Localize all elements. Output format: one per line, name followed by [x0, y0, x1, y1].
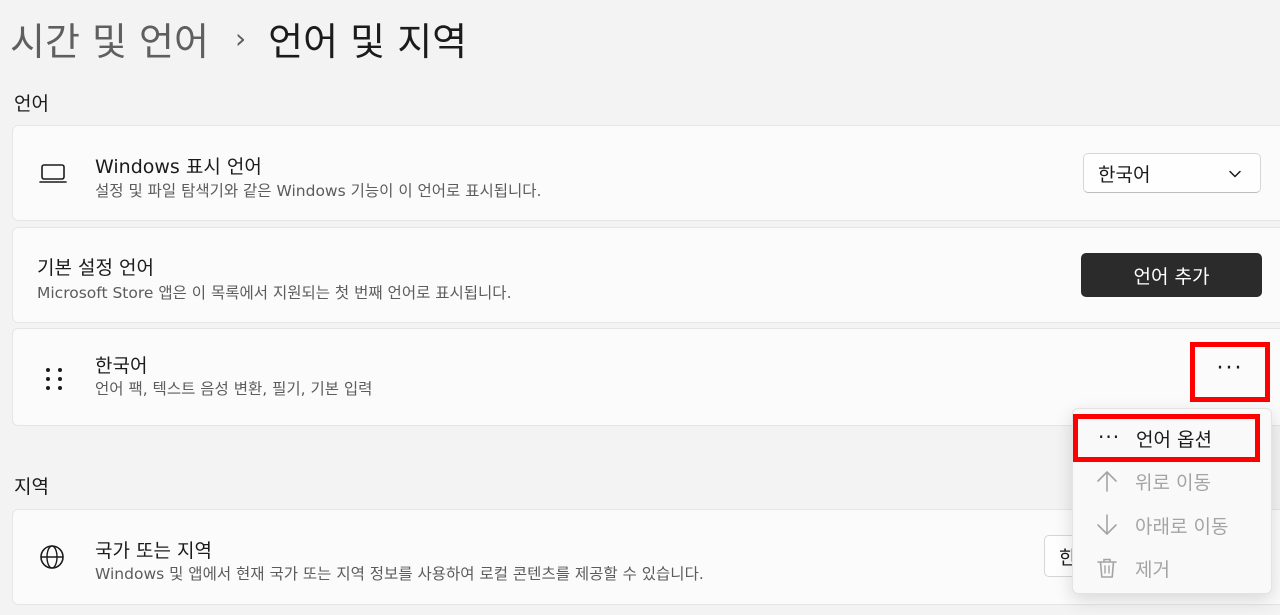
- language-more-options-button[interactable]: ···: [1190, 342, 1270, 402]
- korean-language-subtitle: 언어 팩, 텍스트 음성 변환, 필기, 기본 입력: [95, 380, 373, 398]
- more-icon: ···: [1216, 355, 1244, 381]
- korean-language-title: 한국어: [95, 355, 148, 377]
- menu-item-label: 언어 옵션: [1136, 428, 1212, 451]
- preferred-languages-title: 기본 설정 언어: [37, 257, 154, 279]
- display-language-selected: 한국어: [1098, 163, 1151, 186]
- laptop-icon: [39, 163, 67, 189]
- menu-item-move-down[interactable]: 아래로 이동: [1073, 504, 1273, 546]
- menu-item-label: 아래로 이동: [1135, 515, 1229, 538]
- country-region-title: 국가 또는 지역: [95, 540, 212, 562]
- chevron-down-icon: [1228, 166, 1242, 185]
- display-language-title: Windows 표시 언어: [95, 156, 262, 178]
- breadcrumb: 시간 및 언어 › 언어 및 지역: [10, 10, 467, 66]
- display-language-subtitle: 설정 및 파일 탐색기와 같은 Windows 기능이 이 언어로 표시됩니다.: [95, 182, 542, 200]
- menu-item-label: 위로 이동: [1135, 471, 1211, 494]
- menu-item-move-up[interactable]: 위로 이동: [1073, 460, 1273, 502]
- page-title: 언어 및 지역: [268, 19, 468, 64]
- menu-item-label: 제거: [1135, 558, 1170, 581]
- breadcrumb-parent-link[interactable]: 시간 및 언어: [10, 11, 209, 66]
- menu-item-language-options[interactable]: ··· 언어 옵션: [1073, 414, 1260, 462]
- trash-icon: [1095, 556, 1119, 580]
- country-region-subtitle: Windows 및 앱에서 현재 국가 또는 지역 정보를 사용하여 로컬 콘텐…: [95, 565, 704, 583]
- arrow-up-icon: [1095, 469, 1119, 493]
- preferred-languages-card: 기본 설정 언어 Microsoft Store 앱은 이 목록에서 지원되는 …: [12, 227, 1280, 323]
- language-context-menu: ··· 언어 옵션 위로 이동 아래로 이동 제거: [1072, 408, 1272, 594]
- drag-handle-icon[interactable]: [45, 367, 63, 395]
- arrow-down-icon: [1095, 513, 1119, 537]
- more-icon: ···: [1098, 425, 1121, 449]
- menu-item-remove[interactable]: 제거: [1073, 547, 1273, 589]
- add-language-button[interactable]: 언어 추가: [1081, 253, 1262, 297]
- section-heading-region: 지역: [14, 476, 49, 498]
- preferred-languages-subtitle: Microsoft Store 앱은 이 목록에서 지원되는 첫 번째 언어로 …: [37, 284, 512, 302]
- breadcrumb-separator: ›: [234, 21, 247, 55]
- display-language-dropdown[interactable]: 한국어: [1083, 153, 1261, 193]
- section-heading-language: 언어: [14, 93, 49, 115]
- globe-icon: [39, 544, 65, 574]
- display-language-card: Windows 표시 언어 설정 및 파일 탐색기와 같은 Windows 기능…: [12, 125, 1280, 221]
